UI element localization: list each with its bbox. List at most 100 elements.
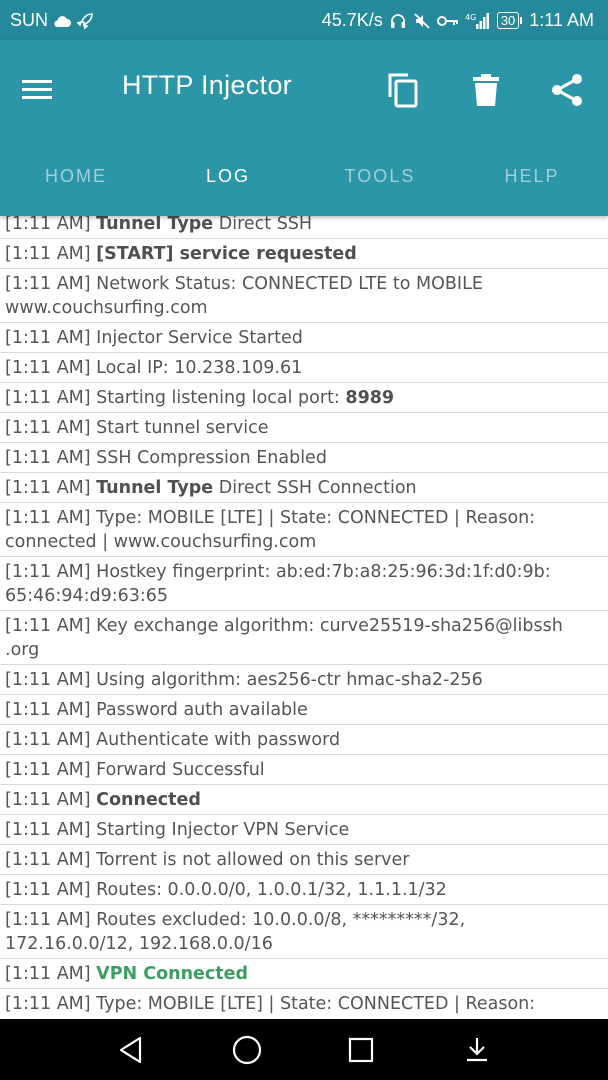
network-type: 4G	[465, 13, 476, 22]
log-time: [1:11 AM]	[5, 274, 97, 294]
log-bold-text: Tunnel Type	[96, 478, 214, 498]
log-message: Local IP: 10.238.109.61	[96, 358, 303, 378]
log-time: [1:11 AM]	[5, 790, 97, 810]
back-icon	[119, 1036, 142, 1064]
log-time: [1:11 AM]	[5, 616, 97, 636]
muted-icon	[413, 12, 431, 30]
log-message: Password auth available	[96, 700, 308, 720]
tab-home[interactable]: HOME	[0, 156, 152, 204]
home-button[interactable]	[230, 1033, 264, 1067]
clock: 1:11 AM	[529, 10, 594, 30]
log-entry: [1:11 AM] Injector Service Started	[0, 323, 608, 353]
log-entry: [1:11 AM] Local IP: 10.238.109.61	[0, 353, 608, 383]
log-bold-text: Connected	[96, 790, 201, 810]
log-message: Injector Service Started	[96, 328, 303, 348]
log-time: [1:11 AM]	[5, 670, 97, 690]
log-entry: [1:11 AM] Hostkey fingerprint: ab:ed:7b:…	[0, 557, 608, 611]
log-message: Direct SSH Connection	[213, 478, 417, 498]
log-message: Starting listening local port:	[96, 388, 346, 408]
log-entry: [1:11 AM] Using algorithm: aes256-ctr hm…	[0, 665, 608, 695]
log-entry: [1:11 AM] Routes excluded: 10.0.0.0/8, *…	[0, 905, 608, 959]
menu-button[interactable]	[20, 68, 74, 112]
signal-icon: 4G	[465, 12, 491, 30]
log-entry: [1:11 AM] Type: MOBILE [LTE] | State: CO…	[0, 989, 608, 1019]
recent-apps-icon	[348, 1037, 374, 1063]
log-message: Starting Injector VPN Service	[96, 820, 350, 840]
log-bold-text: Tunnel Type	[96, 214, 214, 234]
battery-level: 30	[500, 13, 516, 28]
log-time: [1:11 AM]	[5, 820, 97, 840]
log-entry: [1:11 AM] Start tunnel service	[0, 413, 608, 443]
log-message: Torrent is not allowed on this server	[96, 850, 410, 870]
log-entry: [1:11 AM] Torrent is not allowed on this…	[0, 845, 608, 875]
navigation-bar	[0, 1019, 608, 1080]
log-message: Routes: 0.0.0.0/0, 1.0.0.1/32, 1.1.1.1/3…	[96, 880, 447, 900]
log-entry: [1:11 AM] Forward Successful	[0, 755, 608, 785]
log-entry: [1:11 AM] VPN Connected	[0, 959, 608, 989]
log-time: [1:11 AM]	[5, 562, 97, 582]
log-time: [1:11 AM]	[5, 850, 97, 870]
copy-icon	[388, 73, 418, 108]
home-icon	[232, 1035, 262, 1065]
delete-button[interactable]	[462, 66, 510, 114]
delete-icon	[473, 74, 499, 106]
share-icon	[552, 74, 582, 106]
log-bold-text: [START] service requested	[96, 244, 357, 264]
log-time: [1:11 AM]	[5, 478, 97, 498]
log-time: [1:11 AM]	[5, 328, 97, 348]
log-list[interactable]: [1:11 AM] Tunnel Type Direct SSH [1:11 AM…	[0, 209, 608, 1019]
log-message: Authenticate with password	[96, 730, 341, 750]
log-message: Using algorithm: aes256-ctr hmac-sha2-25…	[96, 670, 483, 690]
menu-icon	[22, 80, 52, 99]
log-entry: [1:11 AM] Starting listening local port:…	[0, 383, 608, 413]
share-button[interactable]	[543, 66, 591, 114]
notification-drawer-icon	[467, 1038, 487, 1062]
status-bar: SUN 45.7K/s 4G 30 1:11 AM	[0, 0, 608, 40]
vpn-key-icon	[436, 14, 459, 28]
log-time: [1:11 AM]	[5, 244, 97, 264]
log-time: [1:11 AM]	[5, 214, 97, 234]
log-message: Start tunnel service	[96, 418, 269, 438]
log-entry: [1:11 AM] Type: MOBILE [LTE] | State: CO…	[0, 503, 608, 557]
log-bold-text: VPN Connected	[96, 964, 249, 984]
headset-icon	[389, 12, 407, 30]
log-bold-text: 8989	[345, 388, 395, 408]
tab-log[interactable]: LOG	[152, 156, 304, 204]
log-time: [1:11 AM]	[5, 880, 97, 900]
log-time: [1:11 AM]	[5, 358, 97, 378]
log-time: [1:11 AM]	[5, 508, 97, 528]
back-button[interactable]	[114, 1033, 148, 1067]
log-entry: [1:11 AM] Starting Injector VPN Service	[0, 815, 608, 845]
log-entry: [1:11 AM] Routes: 0.0.0.0/0, 1.0.0.1/32,…	[0, 875, 608, 905]
app-title: HTTP Injector	[122, 70, 292, 100]
log-time: [1:11 AM]	[5, 910, 97, 930]
battery-indicator: 30	[496, 12, 523, 29]
log-entry: [1:11 AM] Connected	[0, 785, 608, 815]
log-entry: [1:11 AM] Tunnel Type Direct SSH Connect…	[0, 473, 608, 503]
log-entry: [1:11 AM] [START] service requested	[0, 239, 608, 269]
tab-bar: HOME LOG TOOLS HELP	[0, 156, 608, 204]
log-entry: [1:11 AM] Password auth available	[0, 695, 608, 725]
log-entry: [1:11 AM] Network Status: CONNECTED LTE …	[0, 269, 608, 323]
log-time: [1:11 AM]	[5, 994, 97, 1014]
log-time: [1:11 AM]	[5, 448, 97, 468]
recent-apps-button[interactable]	[344, 1033, 378, 1067]
notification-drawer-button[interactable]	[460, 1033, 494, 1067]
rocket-icon	[76, 12, 94, 30]
log-message: SSH Compression Enabled	[96, 448, 327, 468]
log-time: [1:11 AM]	[5, 760, 97, 780]
log-message: Forward Successful	[96, 760, 265, 780]
cloud-icon	[52, 14, 72, 28]
log-time: [1:11 AM]	[5, 964, 97, 984]
tab-help[interactable]: HELP	[456, 156, 608, 204]
tab-tools[interactable]: TOOLS	[304, 156, 456, 204]
log-entry: [1:11 AM] SSH Compression Enabled	[0, 443, 608, 473]
log-time: [1:11 AM]	[5, 700, 97, 720]
copy-button[interactable]	[380, 66, 428, 114]
network-speed: 45.7K/s	[321, 10, 383, 30]
carrier-name: SUN	[10, 10, 49, 30]
log-time: [1:11 AM]	[5, 730, 97, 750]
app-bar: HTTP Injector HOME LOG TOOLS HELP	[0, 40, 608, 216]
log-message: Direct SSH	[213, 214, 313, 234]
log-entry: [1:11 AM] Authenticate with password	[0, 725, 608, 755]
